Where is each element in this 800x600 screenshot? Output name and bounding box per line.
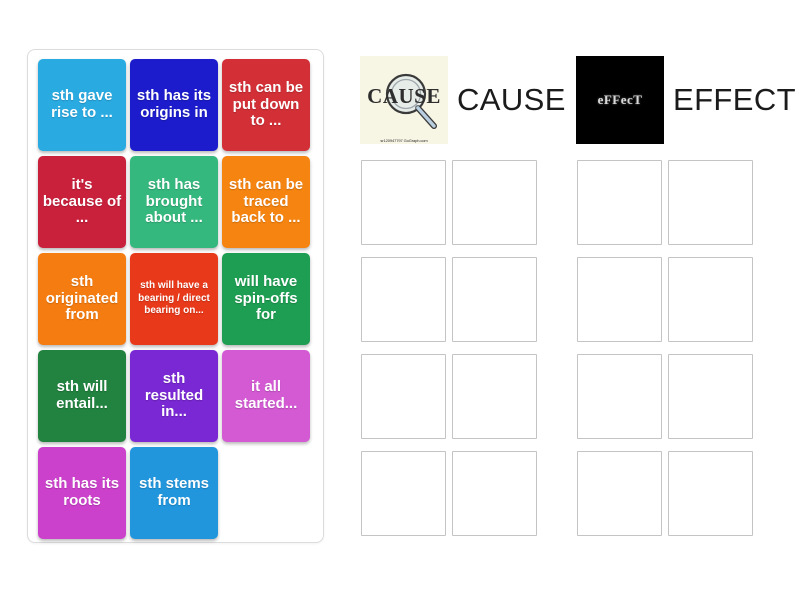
draggable-tile[interactable]: sth has its origins in <box>130 59 218 151</box>
draggable-tile[interactable]: sth stems from <box>130 447 218 539</box>
drop-slot[interactable] <box>668 257 753 342</box>
tile-grid-empty-cell <box>222 447 310 539</box>
group-effect-title: EFFECT <box>673 82 796 117</box>
draggable-tile[interactable]: will have spin-offs for <box>222 253 310 345</box>
cause-drop-slots <box>361 160 555 548</box>
draggable-tile[interactable]: sth has its roots <box>38 447 126 539</box>
drop-slot[interactable] <box>361 257 446 342</box>
drop-slot[interactable] <box>452 160 537 245</box>
group-cause-title: CAUSE <box>457 82 566 117</box>
drop-slot[interactable] <box>668 160 753 245</box>
draggable-tile[interactable]: sth originated from <box>38 253 126 345</box>
drop-slot[interactable] <box>452 451 537 536</box>
group-cause: CAUSE sr120947797 GoGraph.com CAUSE <box>360 56 566 536</box>
drop-slot[interactable] <box>577 354 662 439</box>
draggable-tile[interactable]: sth resulted in... <box>130 350 218 442</box>
draggable-tile[interactable]: sth will entail... <box>38 350 126 442</box>
group-effect-header: eFFecT EFFECT <box>576 56 796 152</box>
draggable-tile[interactable]: sth can be put down to ... <box>222 59 310 151</box>
cause-image-thumbnail: CAUSE sr120947797 GoGraph.com <box>360 56 448 144</box>
drop-slot[interactable] <box>668 451 753 536</box>
cause-image-watermark: sr120947797 GoGraph.com <box>380 138 428 143</box>
group-cause-header: CAUSE sr120947797 GoGraph.com CAUSE <box>360 56 566 152</box>
drop-slot[interactable] <box>577 160 662 245</box>
draggable-tile[interactable]: sth will have a bearing / direct bearing… <box>130 253 218 345</box>
effect-image-thumbnail: eFFecT <box>576 56 664 144</box>
magnifying-glass-icon: CAUSE <box>367 73 441 129</box>
svg-text:CAUSE: CAUSE <box>367 84 441 108</box>
drop-slot[interactable] <box>361 354 446 439</box>
drop-slot[interactable] <box>452 257 537 342</box>
group-effect: eFFecT EFFECT <box>576 56 796 536</box>
draggable-tile[interactable]: sth gave rise to ... <box>38 59 126 151</box>
drop-slot[interactable] <box>577 451 662 536</box>
draggable-tile[interactable]: sth has brought about ... <box>130 156 218 248</box>
drop-slot[interactable] <box>452 354 537 439</box>
tile-grid: sth gave rise to ... sth has its origins … <box>36 59 318 544</box>
drop-slot[interactable] <box>361 160 446 245</box>
effect-drop-slots <box>577 160 771 548</box>
drop-slot[interactable] <box>577 257 662 342</box>
effect-image-word: eFFecT <box>597 92 643 107</box>
draggable-tiles-tray: sth gave rise to ... sth has its origins … <box>27 49 324 543</box>
drop-slot[interactable] <box>668 354 753 439</box>
draggable-tile[interactable]: it's because of ... <box>38 156 126 248</box>
draggable-tile[interactable]: sth can be traced back to ... <box>222 156 310 248</box>
drop-slot[interactable] <box>361 451 446 536</box>
draggable-tile[interactable]: it all started... <box>222 350 310 442</box>
